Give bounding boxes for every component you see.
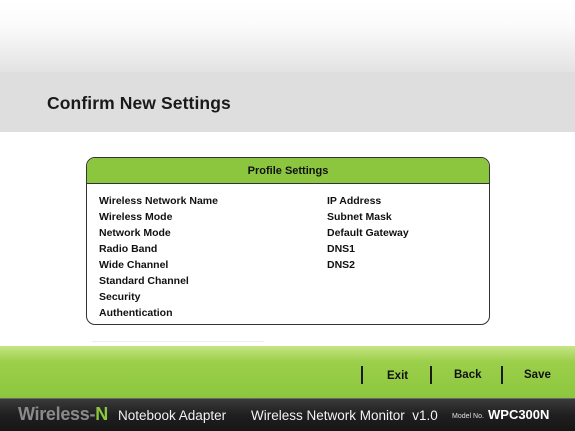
label-default-gateway: Default Gateway [327, 227, 409, 239]
divider-line [92, 341, 264, 342]
right-label-column: IP Address Subnet Mask Default Gateway D… [327, 193, 409, 273]
label-wireless-network-name: Wireless Network Name [99, 195, 218, 207]
brand-logo: Wireless-N [18, 404, 108, 425]
label-authentication: Authentication [99, 307, 173, 319]
top-header-band [0, 0, 575, 72]
label-wide-channel: Wide Channel [99, 259, 169, 271]
footer-nav-bar [0, 346, 575, 398]
profile-settings-panel: Profile Settings Wireless Network Name W… [86, 157, 490, 325]
label-dns2: DNS2 [327, 259, 356, 271]
product-name: Notebook Adapter [118, 408, 227, 423]
separator [430, 366, 432, 384]
label-wireless-mode: Wireless Mode [99, 211, 173, 223]
model-number: WPC300N [488, 407, 550, 422]
separator [361, 366, 363, 384]
panel-header: Profile Settings [87, 158, 489, 184]
label-radio-band: Radio Band [99, 243, 158, 255]
brand-wireless-text: Wireless [18, 404, 90, 424]
separator [501, 366, 503, 384]
exit-button[interactable]: Exit [387, 370, 408, 382]
page-title: Confirm New Settings [47, 93, 231, 113]
label-dns1: DNS1 [327, 243, 356, 255]
save-button[interactable]: Save [524, 369, 551, 381]
label-security: Security [99, 291, 141, 303]
back-button[interactable]: Back [454, 369, 482, 381]
brand-n-text: N [95, 404, 108, 424]
label-network-mode: Network Mode [99, 227, 171, 239]
model-number-label: Model No. [452, 413, 484, 420]
label-ip-address: IP Address [327, 195, 382, 207]
label-standard-channel: Standard Channel [99, 275, 189, 287]
label-subnet-mask: Subnet Mask [327, 211, 392, 223]
left-label-column: Wireless Network Name Wireless Mode Netw… [99, 193, 218, 321]
app-name: Wireless Network Monitor v1.0 [251, 408, 438, 423]
